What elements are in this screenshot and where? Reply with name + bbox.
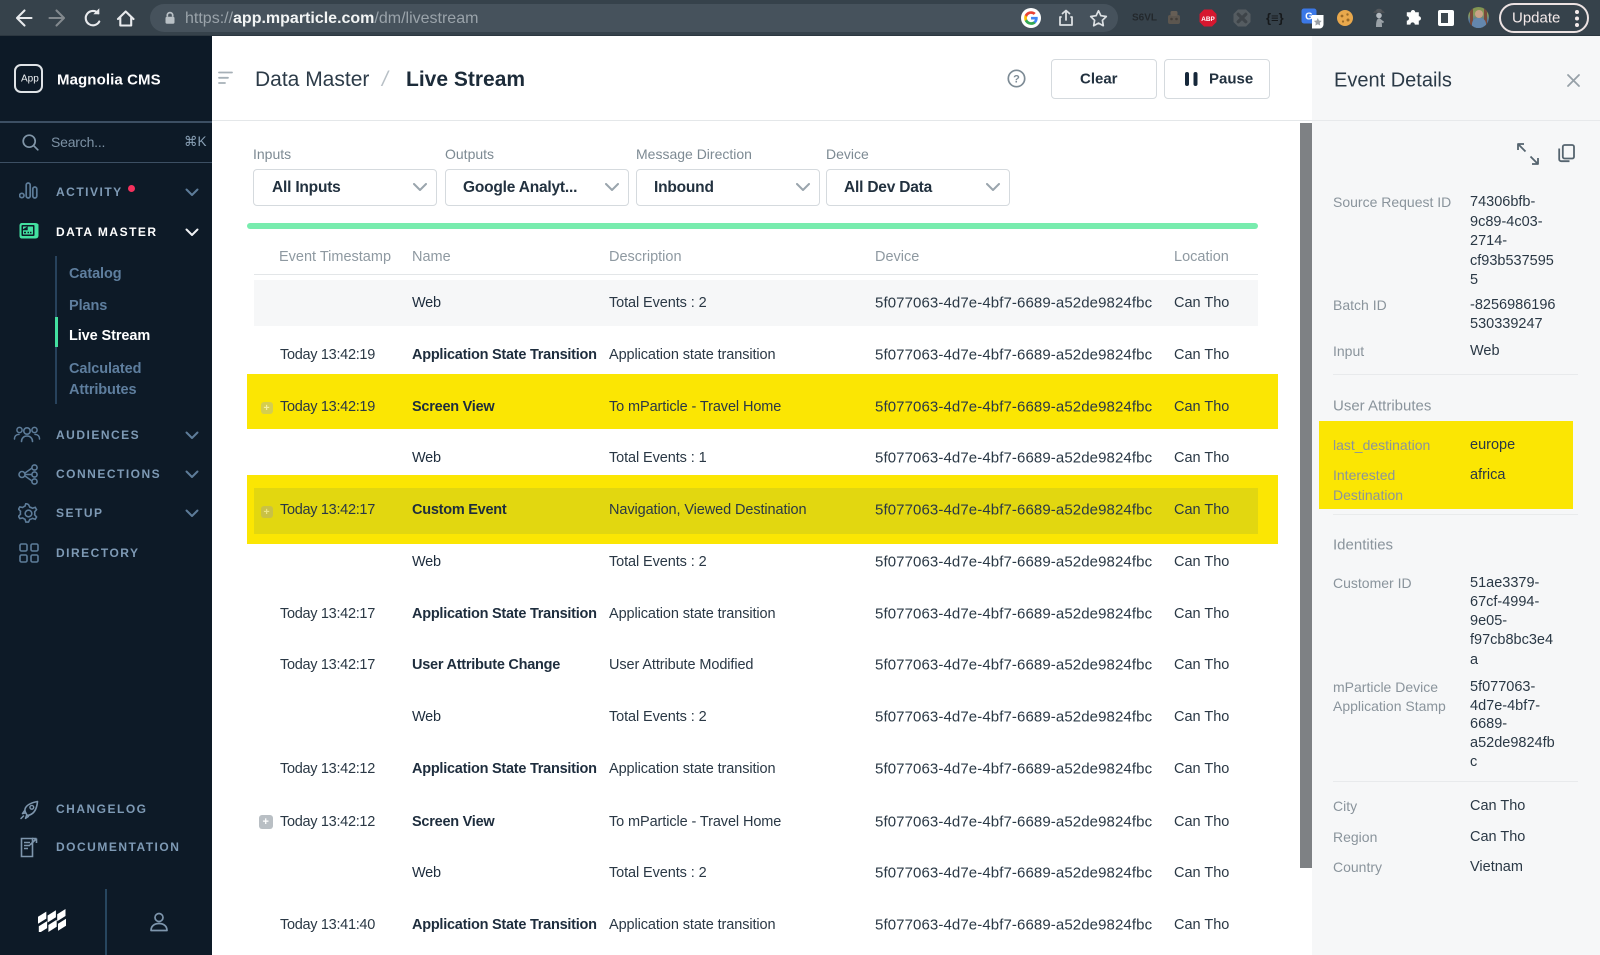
svg-text:G: G — [1305, 12, 1313, 23]
svg-text:ABP: ABP — [1201, 16, 1215, 23]
svg-text:?: ? — [1013, 73, 1020, 85]
